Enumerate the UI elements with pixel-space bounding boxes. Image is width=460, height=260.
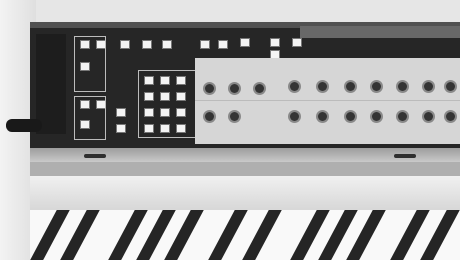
module-knob [318, 112, 327, 121]
patch-cable [6, 119, 42, 132]
vent-slot [84, 154, 106, 158]
module-knob [446, 82, 455, 91]
module-knob [446, 112, 455, 121]
module-knob [424, 82, 433, 91]
jack-section [36, 34, 66, 134]
module-knob [230, 112, 239, 121]
panel-button [218, 40, 228, 49]
case-gap [30, 162, 460, 176]
panel-button [116, 108, 126, 117]
module-knob [205, 112, 214, 121]
module-knob [290, 112, 299, 121]
black-key [240, 210, 285, 260]
synthesizer-photo [0, 0, 460, 260]
module-knob [205, 84, 214, 93]
vent-slot [394, 154, 416, 158]
module-knob [346, 112, 355, 121]
module-knob [318, 82, 327, 91]
module-knob [346, 82, 355, 91]
panel-button [142, 40, 152, 49]
panel-outline [74, 96, 106, 140]
panel-outline [138, 70, 196, 138]
module-knob [398, 112, 407, 121]
module-knob [372, 82, 381, 91]
panel-button [200, 40, 210, 49]
module-knob [424, 112, 433, 121]
panel-top-strip [300, 26, 460, 38]
panel-button [116, 124, 126, 133]
module-faceplate [195, 58, 460, 144]
panel-button [240, 38, 250, 47]
panel-button [162, 40, 172, 49]
panel-outline [74, 36, 106, 92]
black-key [206, 210, 251, 260]
module-knob [290, 82, 299, 91]
panel-button [120, 40, 130, 49]
panel-button [292, 38, 302, 47]
module-knob [372, 112, 381, 121]
module-knob [398, 82, 407, 91]
keyboard-case [30, 176, 460, 210]
module-knob [255, 84, 264, 93]
module-knob [230, 84, 239, 93]
panel-button [270, 38, 280, 47]
faceplate-line [195, 100, 460, 101]
keyboard [30, 210, 460, 260]
